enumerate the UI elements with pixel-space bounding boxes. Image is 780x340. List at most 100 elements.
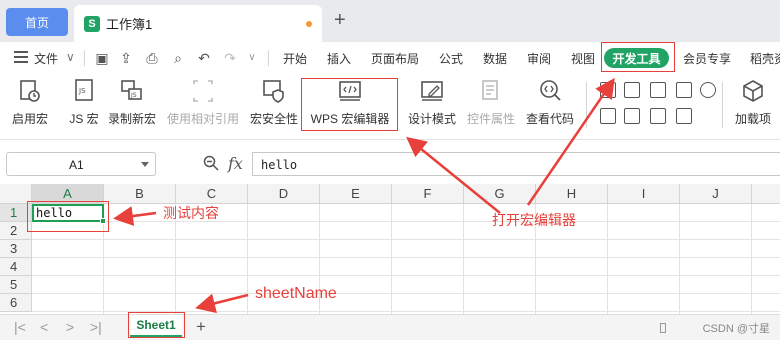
design-mode-icon: [421, 81, 443, 101]
macro-editor-highlight: [301, 78, 398, 131]
column-header[interactable]: E: [320, 184, 392, 204]
file-menu[interactable]: 文件: [34, 50, 58, 67]
enable-macro-button[interactable]: 启用宏: [10, 78, 50, 134]
developer-tools-highlight: [601, 42, 675, 72]
view-code-label: 查看代码: [525, 112, 574, 126]
menu-view[interactable]: 视图: [571, 50, 595, 67]
menu-formulas[interactable]: 公式: [439, 50, 463, 67]
save-icon[interactable]: ▣: [94, 50, 110, 66]
menu-member[interactable]: 会员专享: [683, 50, 731, 67]
relative-ref-icon: [193, 80, 213, 102]
spreadsheet-grid: A B C D E F G H I J 1 2 3 4 5 6 hello: [0, 184, 780, 314]
title-tab-bar: 首页 S 工作簿1 +: [0, 0, 780, 42]
gridline: [463, 204, 464, 314]
divider: [586, 82, 587, 128]
listbox-control-icon[interactable]: [676, 82, 692, 98]
textbox-control-icon[interactable]: [624, 108, 640, 124]
first-sheet-icon[interactable]: |<: [14, 319, 26, 335]
workbook-title: 工作簿1: [106, 17, 153, 32]
macro-security-label: 宏安全性: [249, 112, 298, 126]
js-macro-label: JS 宏: [69, 112, 99, 126]
gridline: [751, 204, 752, 314]
redo-icon[interactable]: ↷: [222, 50, 238, 66]
more-chevron-icon[interactable]: ∨: [244, 50, 260, 66]
column-header[interactable]: J: [680, 184, 752, 204]
annotation-sheet-name: sheetName: [255, 285, 337, 302]
column-header[interactable]: I: [608, 184, 680, 204]
design-mode-button[interactable]: 设计模式: [406, 78, 458, 134]
view-code-button[interactable]: 查看代码: [524, 78, 576, 134]
addins-button[interactable]: 加载项: [730, 78, 776, 134]
menu-docer[interactable]: 稻壳资: [750, 50, 780, 67]
enable-macro-label: 启用宏: [11, 112, 48, 126]
row-header[interactable]: 3: [0, 240, 32, 258]
groupbox-control-icon[interactable]: [650, 82, 666, 98]
undo-icon[interactable]: ↶: [196, 50, 212, 66]
properties-icon: [482, 80, 498, 100]
formula-input[interactable]: hello: [252, 152, 780, 176]
image-control-icon[interactable]: [600, 108, 616, 124]
svg-text:JS: JS: [130, 92, 137, 99]
row-header[interactable]: 5: [0, 276, 32, 294]
spreadsheet-icon: S: [84, 15, 100, 32]
gridline: [32, 221, 780, 222]
macro-icon: [20, 80, 40, 102]
row-header[interactable]: 6: [0, 294, 32, 312]
horizontal-scrollbar[interactable]: [660, 323, 666, 333]
menu-page-layout[interactable]: 页面布局: [371, 50, 419, 67]
print-preview-icon[interactable]: ⌕: [170, 50, 186, 66]
column-header[interactable]: H: [536, 184, 608, 204]
zoom-icon[interactable]: [202, 154, 220, 172]
cube-icon: [743, 80, 763, 102]
control-properties-button[interactable]: 控件属性: [464, 78, 518, 134]
js-macro-button[interactable]: JS JS 宏: [64, 78, 104, 134]
relative-reference-label: 使用相对引用: [166, 112, 239, 126]
annotation-test-content: 测试内容: [163, 205, 219, 221]
radio-control-icon[interactable]: [700, 82, 716, 98]
menu-home[interactable]: 开始: [283, 50, 307, 67]
chevron-down-icon[interactable]: [141, 162, 149, 167]
column-header[interactable]: F: [392, 184, 464, 204]
home-tab[interactable]: 首页: [6, 8, 68, 36]
row-header[interactable]: 4: [0, 258, 32, 276]
label-control-icon[interactable]: [600, 82, 616, 98]
relative-reference-button[interactable]: 使用相对引用: [165, 78, 241, 134]
column-header[interactable]: D: [248, 184, 320, 204]
export-icon[interactable]: ⇪: [118, 50, 134, 66]
divider: [84, 50, 85, 66]
js-file-icon: JS: [75, 79, 93, 101]
gridline: [32, 257, 780, 258]
macro-security-button[interactable]: 宏安全性: [248, 78, 300, 134]
print-icon[interactable]: ⎙: [144, 50, 160, 66]
gridline: [32, 293, 780, 294]
column-header[interactable]: [752, 184, 780, 204]
chevron-down-icon[interactable]: ∨: [66, 50, 75, 64]
add-sheet-button[interactable]: +: [196, 317, 206, 337]
checkbox-control-icon[interactable]: [624, 82, 640, 98]
column-header[interactable]: G: [464, 184, 536, 204]
combobox-control-icon[interactable]: [676, 108, 692, 124]
last-sheet-icon[interactable]: >|: [90, 319, 102, 335]
column-header[interactable]: C: [176, 184, 248, 204]
button-control-icon[interactable]: [650, 108, 666, 124]
record-macro-button[interactable]: JS 录制新宏: [106, 78, 158, 134]
prev-sheet-icon[interactable]: <: [40, 319, 48, 335]
fx-icon[interactable]: fx: [228, 154, 243, 173]
design-mode-label: 设计模式: [407, 112, 456, 126]
menu-data[interactable]: 数据: [483, 50, 507, 67]
workbook-tab[interactable]: S 工作簿1: [74, 5, 322, 42]
name-box[interactable]: A1: [6, 152, 156, 176]
hamburger-icon[interactable]: [14, 51, 28, 63]
column-header[interactable]: B: [104, 184, 176, 204]
gridline: [32, 275, 780, 276]
menu-insert[interactable]: 插入: [327, 50, 351, 67]
menu-review[interactable]: 审阅: [527, 50, 551, 67]
sheet-tab-highlight: [128, 312, 185, 338]
watermark: CSDN @寸星: [702, 323, 770, 335]
cell-highlight: [27, 201, 109, 232]
next-sheet-icon[interactable]: >: [66, 319, 74, 335]
divider: [268, 50, 269, 66]
formula-bar: A1 fx hello: [0, 140, 780, 184]
gridline: [679, 204, 680, 314]
new-tab-button[interactable]: +: [334, 10, 346, 30]
